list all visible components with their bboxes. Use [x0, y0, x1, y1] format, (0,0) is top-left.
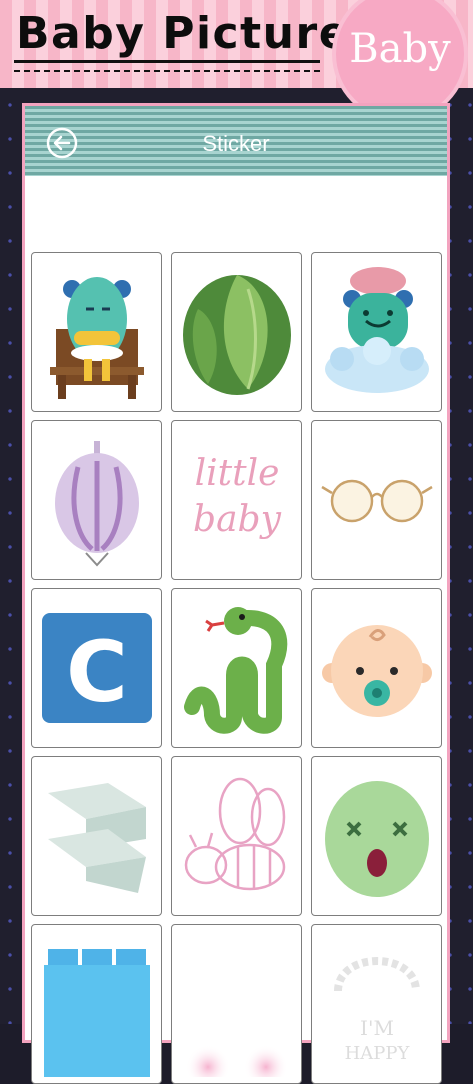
badge-text: Baby: [349, 26, 451, 72]
sticker-tile-green-face[interactable]: [311, 756, 442, 916]
monster-chair-sticker: [49, 277, 144, 399]
sticker-tile-letter-c[interactable]: C: [31, 588, 162, 748]
sticker-tile-bee[interactable]: [171, 756, 302, 916]
sticker-tile-im-happy[interactable]: I'M HAPPY: [311, 924, 442, 1084]
sticker-panel: Sticker little baby C I'M HAPPY: [22, 103, 450, 1084]
blue-blocks-sticker: [43, 949, 150, 1077]
glasses-sticker: [320, 479, 433, 523]
sticker-tile-snake[interactable]: [171, 588, 302, 748]
sticker-tile-ribbon[interactable]: [31, 756, 162, 916]
onion-sticker: [54, 441, 139, 567]
back-arrow-icon: [46, 127, 78, 159]
little-baby-text-sticker: little baby: [193, 453, 282, 540]
sticker-tile-onion[interactable]: [31, 420, 162, 580]
sticker-tile-pink-cheeks[interactable]: [171, 924, 302, 1084]
back-button[interactable]: [45, 126, 79, 160]
sticker-tile-blue-blocks[interactable]: [31, 924, 162, 1084]
im-happy-sticker: I'M HAPPY: [333, 957, 420, 1064]
letter-c-block-sticker: C: [41, 613, 152, 723]
sticker-letter: C: [66, 623, 128, 721]
header-bar: Sticker: [25, 106, 447, 176]
title-underline: [14, 60, 320, 72]
header-title: Sticker: [202, 131, 270, 156]
app-title: Baby Picture: [16, 8, 351, 59]
sticker-tile-little-baby[interactable]: little baby: [171, 420, 302, 580]
sticker-text-im: I'M: [360, 1016, 394, 1040]
cabbage-sticker: [182, 275, 291, 395]
sticker-tile-monster-chair[interactable]: [31, 252, 162, 412]
green-face-sticker: [324, 781, 429, 897]
bee-outline-sticker: [184, 777, 285, 891]
sticker-grid: little baby C I'M HAPPY: [31, 252, 442, 1084]
ribbon-sticker: [47, 783, 146, 893]
sticker-text-little: little: [194, 453, 279, 494]
snake-sticker: [183, 607, 287, 734]
sticker-tile-cabbage[interactable]: [171, 252, 302, 412]
sticker-tile-bath-monster[interactable]: [311, 252, 442, 412]
sticker-text-happy: HAPPY: [344, 1043, 410, 1064]
pink-cheeks-sticker: [185, 1045, 288, 1077]
top-banner: Baby Picture Baby: [0, 0, 473, 118]
bath-monster-sticker: [324, 267, 429, 393]
sticker-tile-glasses[interactable]: [311, 420, 442, 580]
sticker-tile-baby-face[interactable]: [311, 588, 442, 748]
sticker-text-baby: baby: [193, 499, 282, 540]
baby-face-pacifier-sticker: [321, 625, 432, 717]
